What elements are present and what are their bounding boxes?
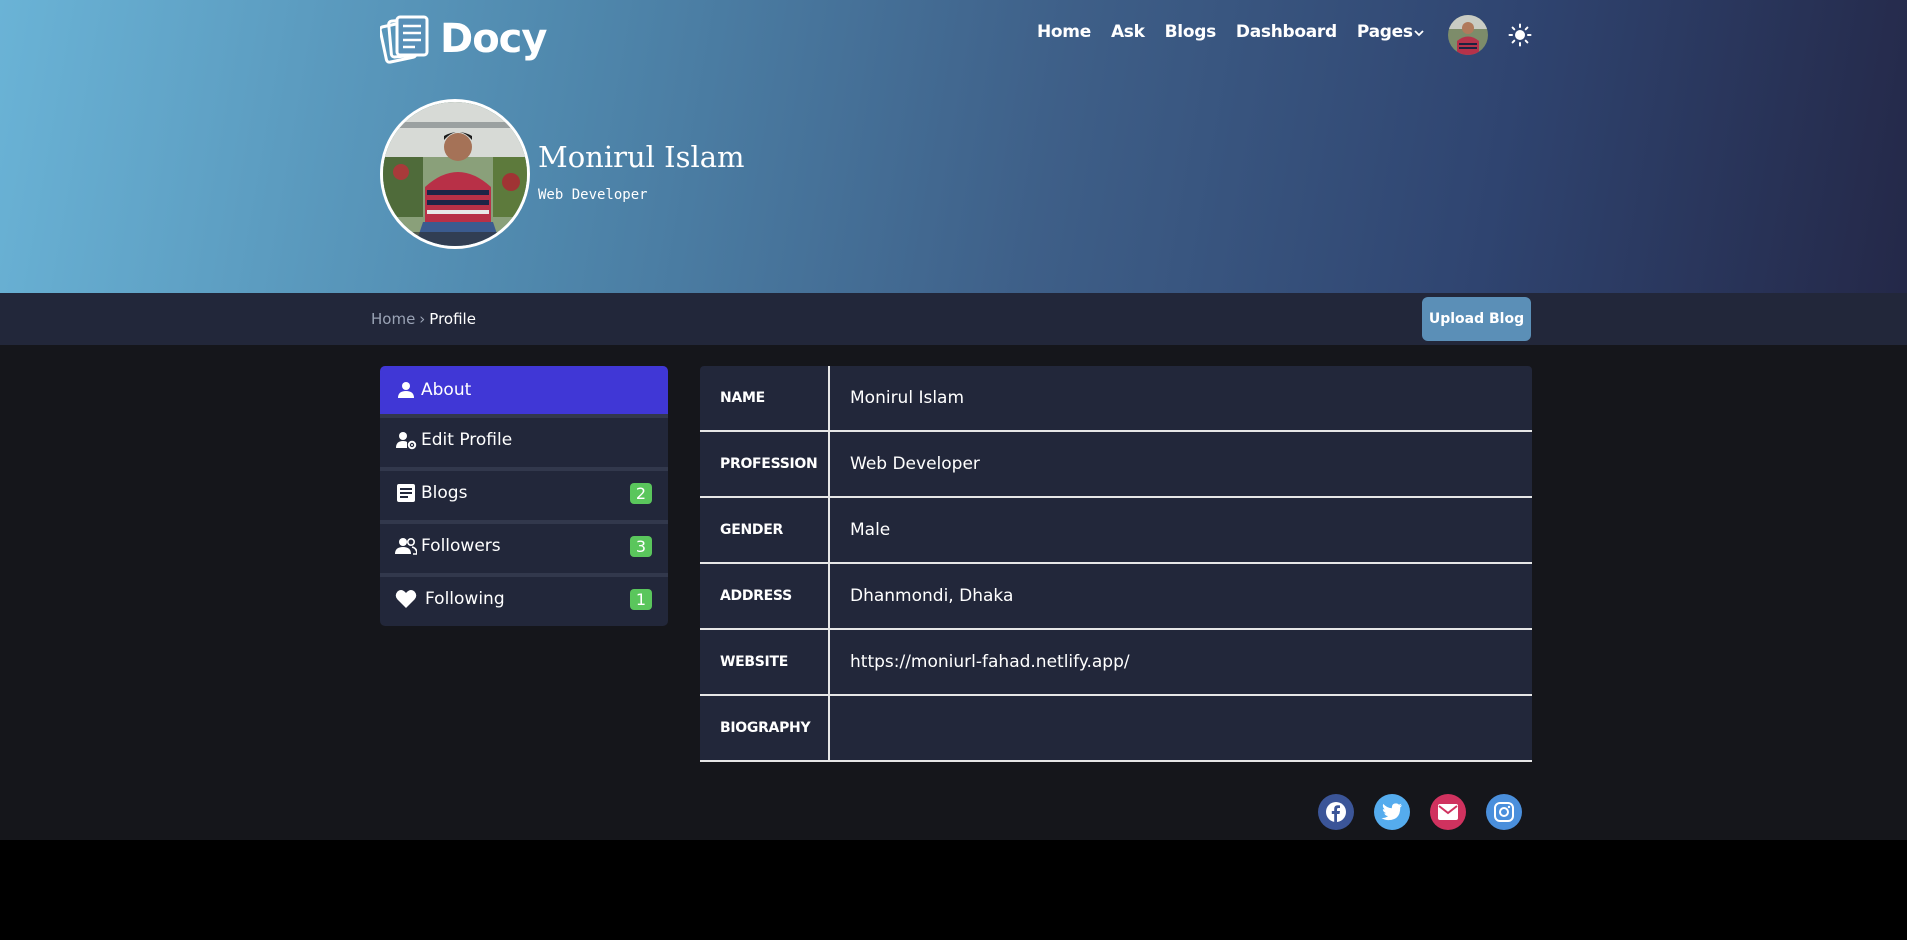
row-value: Male (850, 520, 891, 540)
sidebar-item-label: Followers (421, 536, 501, 556)
sidebar-item-blogs[interactable]: Blogs 2 (380, 467, 668, 515)
instagram-icon[interactable] (1486, 794, 1522, 830)
person-icon (395, 379, 417, 401)
docs-logo-icon (380, 15, 429, 64)
nav-dashboard[interactable]: Dashboard (1236, 22, 1337, 42)
breadcrumb: Home › Profile (371, 310, 476, 328)
email-icon[interactable] (1430, 794, 1466, 830)
profile-photo (380, 99, 530, 249)
blogs-count-badge: 2 (629, 482, 652, 504)
sidebar-item-edit-profile[interactable]: Edit Profile (380, 414, 668, 462)
nav-home[interactable]: Home (1037, 22, 1091, 42)
brand-name: Docy (440, 16, 547, 62)
user-avatar[interactable] (1448, 15, 1488, 55)
nav-blogs[interactable]: Blogs (1165, 22, 1217, 42)
row-key: ADDRESS (700, 564, 830, 628)
row-key: BIOGRAPHY (700, 696, 830, 760)
row-key: GENDER (700, 498, 830, 562)
row-value: Dhanmondi, Dhaka (850, 586, 1014, 606)
nav-ask[interactable]: Ask (1111, 22, 1145, 42)
sidebar-item-label: Following (425, 589, 505, 609)
user-settings-icon (395, 429, 417, 451)
chevron-down-icon[interactable] (1412, 26, 1426, 40)
row-key: WEBSITE (700, 630, 830, 694)
sidebar-item-about[interactable]: About (380, 366, 668, 414)
profile-name: Monirul Islam (538, 140, 745, 174)
website-link[interactable]: https://moniurl-fahad.netlify.app/ (830, 630, 1130, 694)
row-value (830, 696, 850, 760)
nav-pages[interactable]: Pages (1357, 22, 1413, 42)
sidebar-item-label: About (421, 380, 472, 400)
main-content: About Edit Profile Blogs 2 Followers 3 F… (0, 345, 1907, 840)
brand-logo[interactable]: Docy (380, 14, 547, 64)
profile-details-table: NAME Monirul Islam PROFESSION Web Develo… (700, 366, 1532, 762)
followers-count-badge: 3 (629, 535, 652, 557)
twitter-icon[interactable] (1374, 794, 1410, 830)
table-row: BIOGRAPHY (700, 696, 1532, 762)
sidebar-item-followers[interactable]: Followers 3 (380, 520, 668, 568)
people-icon (395, 535, 417, 557)
facebook-icon[interactable] (1318, 794, 1354, 830)
upload-blog-button[interactable]: Upload Blog (1422, 297, 1531, 341)
row-key: PROFESSION (700, 432, 830, 496)
profile-sidebar: About Edit Profile Blogs 2 Followers 3 F… (380, 366, 668, 626)
row-key: NAME (700, 366, 830, 430)
theme-toggle-sun-icon[interactable] (1508, 23, 1532, 47)
breadcrumb-current: Profile (429, 310, 476, 328)
following-count-badge: 1 (629, 588, 652, 610)
sidebar-item-label: Blogs (421, 483, 468, 503)
article-icon (395, 482, 417, 504)
breadcrumb-bar: Home › Profile Upload Blog (0, 293, 1907, 345)
main-nav: Home Ask Blogs Dashboard Pages (1037, 22, 1433, 42)
sidebar-item-label: Edit Profile (421, 430, 513, 450)
profile-header: Docy Home Ask Blogs Dashboard Pages Moni… (0, 0, 1907, 293)
breadcrumb-separator: › (419, 310, 426, 328)
table-row: PROFESSION Web Developer (700, 432, 1532, 498)
social-links (1318, 794, 1542, 830)
heart-icon (395, 588, 417, 610)
table-row: NAME Monirul Islam (700, 366, 1532, 432)
sidebar-item-following[interactable]: Following 1 (380, 573, 668, 621)
profile-role: Web Developer (538, 187, 648, 203)
table-row: ADDRESS Dhanmondi, Dhaka (700, 564, 1532, 630)
row-value: Monirul Islam (850, 388, 965, 408)
table-row: WEBSITE https://moniurl-fahad.netlify.ap… (700, 630, 1532, 696)
row-value: Web Developer (850, 454, 980, 474)
breadcrumb-home[interactable]: Home (371, 310, 415, 328)
page: Docy Home Ask Blogs Dashboard Pages Moni… (0, 0, 1907, 940)
table-row: GENDER Male (700, 498, 1532, 564)
